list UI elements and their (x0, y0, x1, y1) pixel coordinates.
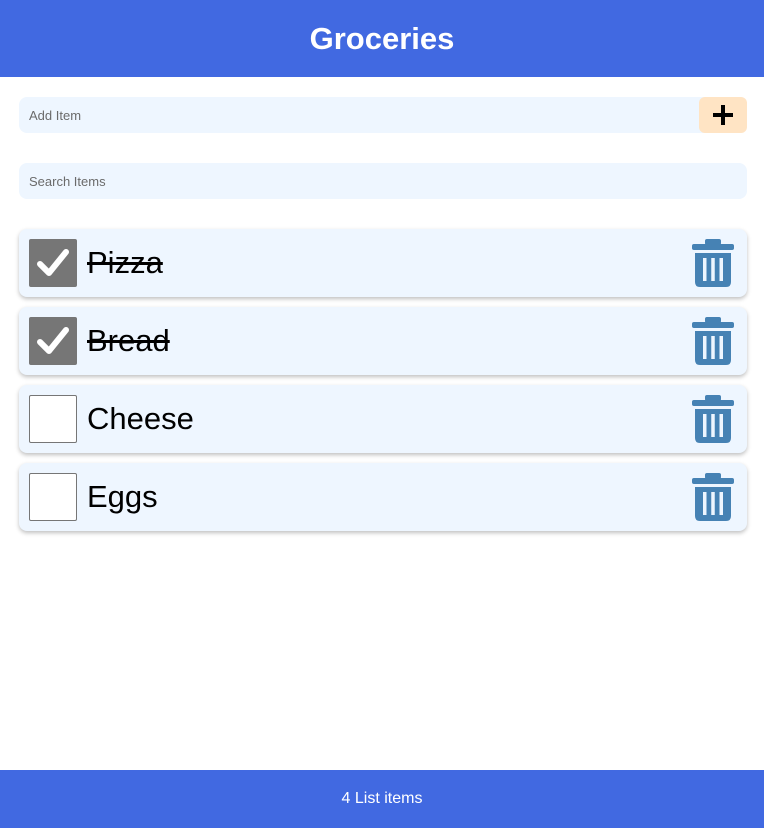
delete-item-button[interactable] (691, 316, 735, 366)
item-checkbox[interactable] (29, 317, 77, 365)
item-label: Bread (87, 323, 170, 358)
add-item-input[interactable] (19, 97, 699, 133)
checkmark-icon (37, 249, 69, 276)
add-item-button[interactable] (699, 97, 747, 133)
item-count: 4 List items (341, 790, 423, 807)
item-checkbox[interactable] (29, 473, 77, 521)
list-item: Eggs (19, 463, 747, 531)
search-form (19, 163, 747, 199)
list-item: Bread (19, 307, 747, 375)
delete-item-button[interactable] (691, 472, 735, 522)
delete-item-button[interactable] (691, 394, 735, 444)
app-header: Groceries (0, 0, 764, 77)
search-input[interactable] (19, 163, 747, 199)
app-footer: 4 List items (0, 770, 764, 828)
item-label: Cheese (87, 401, 194, 436)
grocery-app: Groceries Pizza (0, 0, 764, 828)
item-label: Pizza (87, 245, 163, 280)
trash-icon (692, 473, 734, 521)
trash-icon (692, 239, 734, 287)
grocery-list: Pizza Bread Cheese Eggs (19, 229, 747, 541)
item-label: Eggs (87, 479, 158, 514)
trash-icon (692, 317, 734, 365)
item-checkbox[interactable] (29, 395, 77, 443)
list-item: Cheese (19, 385, 747, 453)
add-item-form (19, 97, 747, 133)
trash-icon (692, 395, 734, 443)
plus-icon (713, 105, 733, 125)
delete-item-button[interactable] (691, 238, 735, 288)
item-checkbox[interactable] (29, 239, 77, 287)
checkmark-icon (37, 327, 69, 354)
page-title: Groceries (309, 20, 455, 56)
list-item: Pizza (19, 229, 747, 297)
